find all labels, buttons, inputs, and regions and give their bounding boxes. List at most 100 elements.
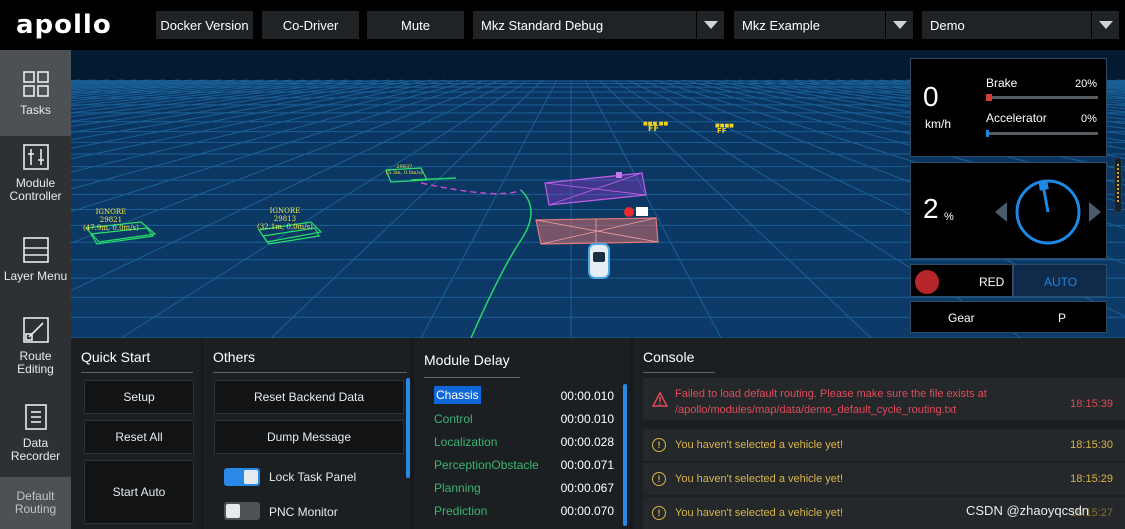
others-title: Others — [213, 349, 256, 365]
others-scrollbar[interactable] — [406, 378, 410, 478]
module-delay-row: PerceptionObstacle 00:00.071 — [434, 455, 614, 477]
sidebar-item-label: Route Editing — [17, 349, 54, 376]
mute-button[interactable]: Mute — [367, 11, 464, 39]
dump-message-button[interactable]: Dump Message — [214, 420, 404, 454]
docker-version-button[interactable]: Docker Version — [156, 11, 253, 39]
error-icon — [652, 392, 668, 407]
speed-value: 0 — [923, 81, 939, 112]
module-name: Control — [434, 412, 473, 426]
reset-all-button[interactable]: Reset All — [84, 420, 194, 454]
module-delay-row: Localization 00:00.028 — [434, 432, 614, 454]
sidebar: Tasks Module Controller Layer Menu Route… — [0, 50, 71, 529]
layers-icon — [22, 236, 49, 263]
start-auto-button[interactable]: Start Auto — [84, 460, 194, 524]
traffic-light-icon — [915, 270, 939, 294]
sidebar-item-data-recorder[interactable]: Data Recorder — [0, 390, 71, 476]
console-message: Failed to load default routing. Please m… — [675, 388, 987, 400]
sidebar-item-label: Tasks — [20, 102, 51, 117]
sidebar-item-label: Layer Menu — [3, 268, 68, 283]
obstacle-label: IGNORE 29813 (32.1m, 0.0m/s) — [257, 207, 313, 231]
module-name: Planning — [434, 481, 481, 495]
sidebar-item-tasks[interactable]: Tasks — [0, 50, 71, 136]
module-name: Chassis — [434, 386, 481, 404]
steering-panel: 2 % — [910, 162, 1107, 259]
console-message: You haven't selected a vehicle yet! — [675, 439, 844, 451]
lock-task-panel-label: Lock Task Panel — [269, 470, 357, 484]
module-delay-row: Chassis 00:00.010 — [434, 386, 614, 408]
console-panel: Console Failed to load default routing. … — [633, 338, 1125, 529]
default-routing-button[interactable]: Default Routing — [0, 477, 71, 529]
sidebar-item-label: Module Controller — [9, 176, 62, 203]
mode-select[interactable]: Mkz Standard Debug — [473, 11, 724, 39]
obstacle-label: IGNORE 29821 (47.9m, 0.0m/s) — [83, 208, 139, 232]
module-delay-row: Prediction 00:00.070 — [434, 501, 614, 523]
others-panel: Others Reset Backend Data Dump Message L… — [203, 338, 411, 529]
module-delay-title: Module Delay — [424, 352, 510, 368]
module-name: Prediction — [434, 504, 488, 518]
brake-bar — [986, 94, 1098, 101]
console-time: 18:15:29 — [1070, 473, 1113, 485]
chevron-down-icon — [1091, 11, 1119, 39]
pnc-monitor-toggle[interactable] — [224, 502, 260, 520]
steering-unit: % — [944, 211, 954, 223]
console-title: Console — [643, 349, 695, 365]
console-message: You haven't selected a vehicle yet! — [675, 473, 844, 485]
brake-bar-fill — [986, 94, 992, 101]
obstacle-label: 29837 (5.3m, 0.0m/s) — [386, 164, 423, 176]
bottom-panels: Quick Start Setup Reset All Start Auto O… — [71, 338, 1125, 529]
module-delay-scrollbar[interactable] — [623, 384, 627, 526]
accelerator-bar-fill — [986, 130, 990, 137]
sidebar-item-module-controller[interactable]: Module Controller — [0, 130, 71, 216]
console-time: 18:15:39 — [1070, 398, 1113, 410]
quick-start-panel: Quick Start Setup Reset All Start Auto — [71, 338, 201, 529]
chevron-down-icon — [885, 11, 913, 39]
setup-button[interactable]: Setup — [84, 380, 194, 414]
svg-text:FF: FF — [717, 127, 727, 135]
quick-start-title: Quick Start — [81, 349, 151, 365]
vehicle-select[interactable]: Mkz Example — [734, 11, 913, 39]
apollo-logo: apollo — [16, 10, 112, 40]
gear-value: P — [1058, 311, 1067, 325]
lock-task-panel-toggle[interactable] — [224, 468, 260, 486]
switches-icon — [22, 144, 49, 170]
module-delay-value: 00:00.067 — [560, 481, 614, 495]
speed-panel: 0 km/h Brake 20% Accelerator 0% — [910, 58, 1107, 157]
map-scene[interactable]: ■■■ ■■ FF ■■■■ FF IGNORE 29821 (47.9m, 0.0… — [71, 50, 1125, 338]
co-driver-button[interactable]: Co-Driver — [262, 11, 359, 39]
module-delay-row: Control 00:00.010 — [434, 409, 614, 431]
driving-mode-label: AUTO — [1044, 275, 1078, 289]
svg-text:FF: FF — [648, 124, 659, 133]
reset-backend-data-button[interactable]: Reset Backend Data — [214, 380, 404, 414]
scene-scrollbar[interactable] — [1114, 157, 1122, 213]
module-delay-value: 00:00.071 — [560, 458, 614, 472]
watermark: CSDN @zhaoyqcsdn — [966, 503, 1090, 518]
console-entry: ! You haven't selected a vehicle yet! 18… — [643, 429, 1125, 461]
module-delay-row: Planning 00:00.067 — [434, 478, 614, 500]
map-select-value: Demo — [930, 17, 965, 33]
warning-icon: ! — [652, 472, 666, 486]
sidebar-item-label: Data Recorder — [10, 436, 61, 463]
module-delay-value: 00:00.010 — [560, 389, 614, 403]
warning-icon: ! — [652, 438, 666, 452]
map-select[interactable]: Demo — [922, 11, 1119, 39]
console-message-path: /apollo/modules/map/data/demo_default_cy… — [675, 404, 957, 416]
brake-label: Brake — [986, 76, 1018, 90]
chevron-down-icon — [696, 11, 724, 39]
module-name: PerceptionObstacle — [434, 458, 539, 472]
accelerator-bar — [986, 130, 1098, 137]
signal-label: RED — [979, 275, 1005, 289]
console-entry: ! You haven't selected a vehicle yet! 18… — [643, 463, 1125, 495]
console-message: You haven't selected a vehicle yet! — [675, 507, 844, 519]
document-icon — [24, 404, 47, 430]
driving-mode[interactable]: AUTO — [1013, 264, 1107, 297]
console-entry: Failed to load default routing. Please m… — [643, 378, 1125, 420]
sidebar-item-layer-menu[interactable]: Layer Menu — [0, 216, 71, 302]
accelerator-value: 0% — [1081, 113, 1097, 125]
mode-select-value: Mkz Standard Debug — [481, 17, 604, 33]
steering-value: 2 — [923, 193, 939, 224]
sidebar-item-route-editing[interactable]: Route Editing — [0, 303, 71, 389]
module-delay-value: 00:00.010 — [560, 412, 614, 426]
brake-value: 20% — [1075, 78, 1098, 90]
top-bar: apollo Docker Version Co-Driver Mute Mkz… — [0, 0, 1125, 50]
vehicle-select-value: Mkz Example — [742, 17, 821, 33]
